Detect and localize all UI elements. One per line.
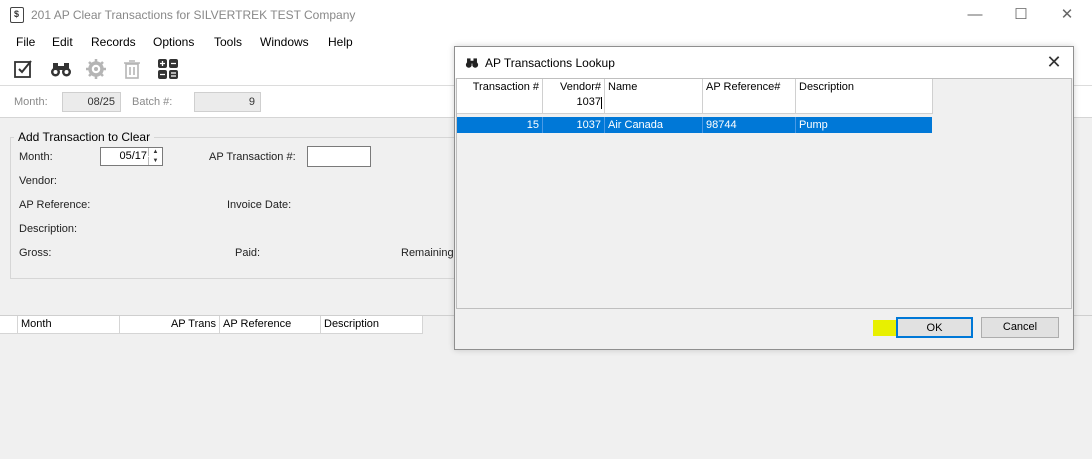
dialog-title: AP Transactions Lookup [485, 56, 615, 70]
remaining-label: Remaining: [401, 247, 457, 259]
ap-transaction-label: AP Transaction #: [209, 151, 296, 163]
dialog-titlebar: AP Transactions Lookup ✕ [455, 47, 1073, 78]
batch-number-label: Batch #: [132, 96, 173, 108]
col-description[interactable]: Description [796, 79, 933, 114]
binoculars-icon[interactable] [49, 57, 73, 81]
ap-reference-label: AP Reference: [19, 199, 91, 211]
dialog-close-button[interactable]: ✕ [1043, 51, 1065, 73]
spin-up-icon[interactable]: ▲ [148, 148, 162, 156]
menu-help[interactable]: Help [328, 35, 353, 49]
invoice-date-label: Invoice Date: [227, 199, 292, 211]
cell-name: Air Canada [605, 117, 703, 133]
col-name-label: Name [608, 81, 638, 93]
month-spinner[interactable]: 05/17 ▲ ▼ [100, 147, 163, 166]
cell-vendor: 1037 [543, 117, 605, 133]
edit-checkbox-icon[interactable] [12, 57, 36, 81]
calculator-icon[interactable] [156, 57, 180, 81]
col-vendor[interactable]: Vendor# 1037 [543, 79, 605, 114]
close-button[interactable]: ✕ [1044, 0, 1090, 30]
menu-tools[interactable]: Tools [214, 35, 242, 49]
gross-label: Gross: [19, 247, 52, 259]
table-row[interactable]: 15 1037 Air Canada 98744 Pump [457, 117, 932, 133]
grid-row-header [0, 316, 18, 334]
batch-month-field: 08/25 [62, 92, 121, 112]
col-transaction-label: Transaction # [472, 81, 539, 93]
grid-header-ap-reference[interactable]: AP Reference [220, 316, 321, 334]
menu-edit[interactable]: Edit [52, 35, 73, 49]
window-titlebar: 201 AP Clear Transactions for SILVERTREK… [0, 0, 1092, 30]
cell-transaction: 15 [457, 117, 543, 133]
menu-records[interactable]: Records [91, 35, 136, 49]
ap-transactions-lookup-dialog: AP Transactions Lookup ✕ Transaction # V… [454, 46, 1074, 350]
col-transaction[interactable]: Transaction # [457, 79, 543, 114]
menu-options[interactable]: Options [153, 35, 194, 49]
filter-vendor[interactable]: 1037 [546, 96, 601, 108]
col-name[interactable]: Name [605, 79, 703, 114]
add-transaction-title: Add Transaction to Clear [14, 130, 155, 144]
lookup-grid: Transaction # Vendor# 1037 Name AP Refer… [456, 78, 1072, 309]
spin-down-icon[interactable]: ▼ [148, 157, 162, 165]
text-caret [601, 97, 602, 109]
ok-button[interactable]: OK [896, 317, 973, 338]
description-label: Description: [19, 223, 78, 235]
batch-month-label: Month: [14, 96, 48, 108]
ap-transaction-input[interactable] [307, 146, 371, 167]
cancel-button[interactable]: Cancel [981, 317, 1059, 338]
trash-icon[interactable] [120, 57, 144, 81]
col-ap-reference[interactable]: AP Reference# [703, 79, 796, 114]
cell-ap-reference: 98744 [703, 117, 796, 133]
minimize-button[interactable]: — [952, 0, 998, 30]
month-label: Month: [19, 151, 53, 163]
maximize-button[interactable]: ☐ [998, 0, 1044, 30]
window-title: 201 AP Clear Transactions for SILVERTREK… [31, 8, 356, 22]
grid-header-month[interactable]: Month [18, 316, 120, 334]
binoculars-icon [465, 56, 479, 72]
cell-description: Pump [799, 119, 828, 131]
col-description-label: Description [799, 81, 855, 93]
grid-header-description[interactable]: Description [321, 316, 423, 334]
gear-icon[interactable] [84, 57, 108, 81]
batch-number-field: 9 [194, 92, 261, 112]
month-value: 05/17 [119, 150, 147, 162]
paid-label: Paid: [235, 247, 261, 259]
menu-windows[interactable]: Windows [260, 35, 309, 49]
app-icon [10, 7, 24, 23]
menu-file[interactable]: File [16, 35, 35, 49]
col-ap-reference-label: AP Reference# [706, 81, 781, 93]
col-vendor-label: Vendor# [560, 81, 601, 93]
grid-header-ap-trans[interactable]: AP Trans [120, 316, 220, 334]
vendor-label: Vendor: [19, 175, 57, 187]
